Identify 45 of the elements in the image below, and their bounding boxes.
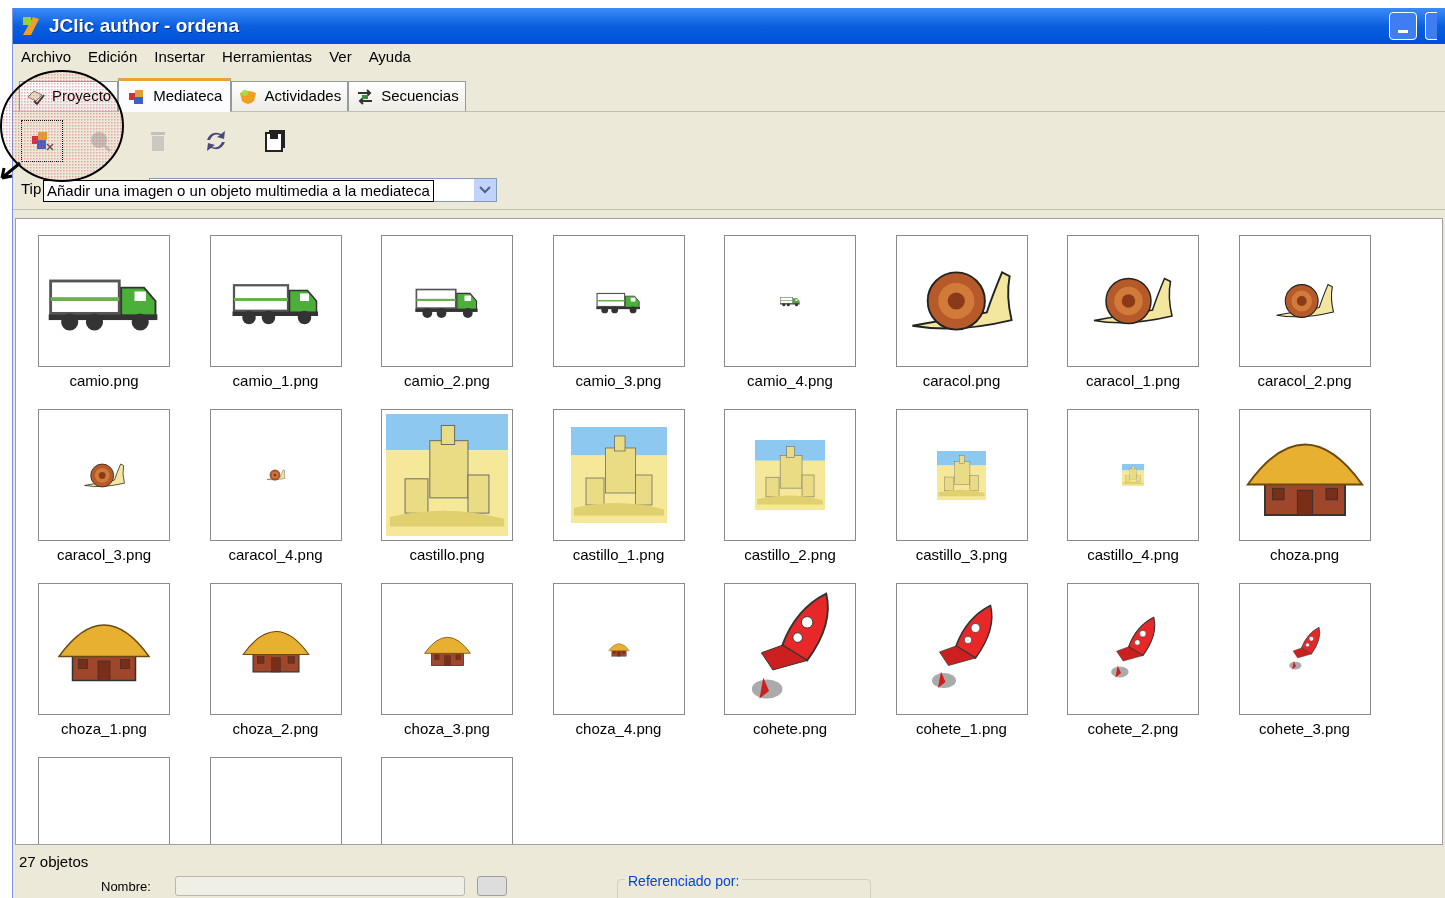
file-name: caracol_3.png <box>55 545 153 565</box>
status-text: 27 objetos <box>19 852 89 872</box>
file-name: choza_4.png <box>574 719 663 739</box>
toolbar-button[interactable] <box>21 120 63 162</box>
file-name: cohete_2.png <box>1086 719 1180 739</box>
menu-item[interactable]: Herramientas <box>222 45 313 69</box>
file-name: caracol_1.png <box>1084 371 1182 391</box>
file-name: cohete_1.png <box>915 719 1008 739</box>
file-name: camio.png <box>68 371 140 391</box>
name-label: Nombre: <box>101 878 151 896</box>
file-name: castillo_3.png <box>914 545 1009 565</box>
file-name: cohete_3.png <box>1258 719 1351 739</box>
file-name: castillo_1.png <box>571 545 666 565</box>
file-name: castillo.png <box>408 545 486 565</box>
file-name: camio_4.png <box>746 371 834 391</box>
menu-item[interactable]: Ayuda <box>368 45 411 69</box>
file-name: castillo_4.png <box>1086 545 1180 565</box>
menu-item[interactable]: Insertar <box>154 45 206 69</box>
type-label: Tip <box>21 179 42 200</box>
file-name: caracol_4.png <box>227 545 324 565</box>
file-name: choza_3.png <box>403 719 491 739</box>
tab[interactable]: Secuencias <box>348 81 466 111</box>
file-name: caracol.png <box>921 371 1002 391</box>
maximize-button[interactable] <box>1425 12 1437 40</box>
tab[interactable]: Proyecto <box>19 81 119 111</box>
tab[interactable]: Actividades <box>231 81 349 111</box>
app-icon <box>21 15 41 37</box>
file-name: cohete.png <box>751 719 829 739</box>
tooltip: Añadir una imagen o un objeto multimedia a la mediateca <box>43 180 434 202</box>
file-name: castillo_2.png <box>743 545 837 565</box>
menu-item[interactable]: Ver <box>329 45 352 69</box>
name-field[interactable] <box>175 876 465 896</box>
file-name: caracol_2.png <box>1256 371 1353 391</box>
file-name: choza_2.png <box>231 719 320 739</box>
menu-item[interactable]: Edición <box>88 45 138 69</box>
minimize-button[interactable] <box>1389 12 1417 40</box>
references-label: Referenciado por: <box>625 873 743 889</box>
file-name: camio_2.png <box>403 371 491 391</box>
file-name: camio_1.png <box>231 371 320 391</box>
file-name: choza_1.png <box>60 719 148 739</box>
file-name: choza.png <box>1268 545 1341 565</box>
menu-item[interactable]: Archivo <box>21 45 72 69</box>
window-title: JClic author - ordena <box>49 13 241 38</box>
tab[interactable]: Mediateca <box>118 78 232 112</box>
file-name: camio_3.png <box>574 371 663 391</box>
